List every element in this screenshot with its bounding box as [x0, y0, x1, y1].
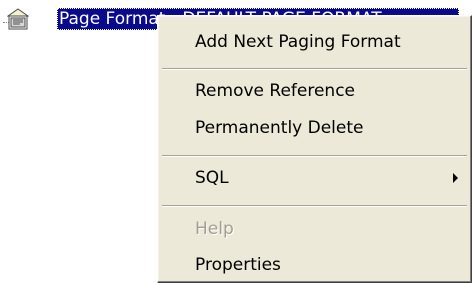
menu-item-properties[interactable]: Properties [161, 250, 468, 280]
page-format-icon [6, 8, 30, 30]
menu-item-sql[interactable]: SQL [161, 163, 468, 193]
menu-item-help[interactable]: Help [161, 214, 468, 244]
submenu-arrow-icon [453, 173, 458, 183]
menu-separator [162, 155, 467, 157]
menu-item-add-next-paging-format[interactable]: Add Next Paging Format [161, 27, 468, 57]
menu-item-remove-reference[interactable]: Remove Reference [161, 76, 468, 106]
menu-separator [162, 205, 467, 207]
context-menu: Add Next Paging Format Remove Reference … [157, 15, 472, 283]
menu-item-sql-label: SQL [195, 168, 229, 188]
menu-separator [162, 68, 467, 70]
menu-item-permanently-delete[interactable]: Permanently Delete [161, 113, 468, 143]
